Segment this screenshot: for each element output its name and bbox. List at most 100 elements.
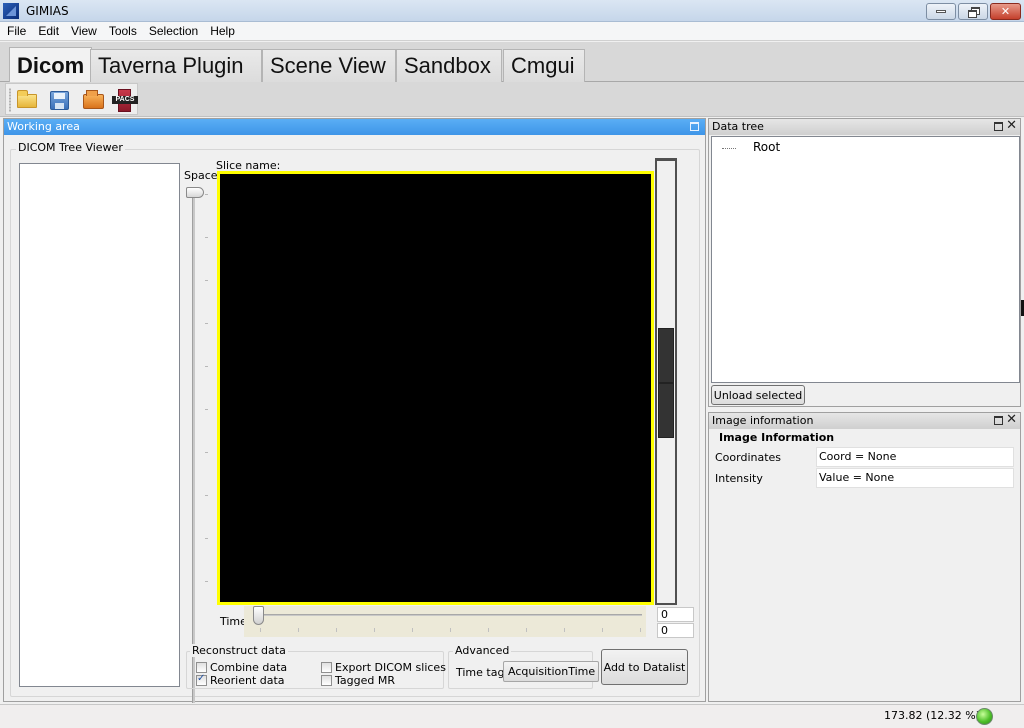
save-icon: [50, 91, 69, 110]
working-area-title: Working area: [7, 120, 80, 133]
menu-help[interactable]: Help: [205, 24, 240, 38]
unload-selected-button[interactable]: Unload selected: [711, 385, 805, 405]
window-level-thumb-lower[interactable]: [658, 383, 674, 438]
space-slider-tick: [205, 323, 208, 324]
combine-data-checkbox[interactable]: Combine data: [196, 661, 287, 674]
toolbar-grip-handle[interactable]: [9, 88, 11, 112]
time-slider-tick: [564, 628, 565, 632]
data-tree-view[interactable]: Root: [711, 136, 1020, 383]
working-area-header: Working area: [4, 119, 705, 135]
app-logo-icon: [3, 3, 19, 19]
menu-tools[interactable]: Tools: [104, 24, 142, 38]
time-max-field[interactable]: 0: [657, 623, 694, 638]
working-area-panel: Working area DICOM Tree Viewer Slice nam…: [3, 118, 706, 703]
time-slider-track[interactable]: [258, 614, 642, 616]
export-dicom-slices-box[interactable]: [321, 662, 332, 673]
time-slider-tick: [260, 628, 261, 632]
data-tree-header: Data tree ✕: [709, 118, 1020, 135]
open-folder-icon: [17, 90, 37, 108]
window-level-slider[interactable]: [655, 158, 677, 605]
float-icon[interactable]: [994, 122, 1003, 131]
space-slider-tick: [205, 409, 208, 410]
image-information-heading: Image Information: [719, 431, 835, 444]
time-tag-label: Time tag: [456, 666, 505, 679]
tagged-mr-box[interactable]: [321, 675, 332, 686]
reorient-data-checkbox[interactable]: Reorient data: [196, 673, 285, 687]
time-slider-tick: [450, 628, 451, 632]
time-slider-thumb[interactable]: [253, 606, 264, 625]
reconstruct-data-title: Reconstruct data: [190, 644, 288, 657]
dicom-tree-viewer-title: DICOM Tree Viewer: [16, 141, 125, 154]
image-information-header: Image information ✕: [709, 412, 1020, 429]
menu-view[interactable]: View: [66, 24, 102, 38]
dicom-tree-list[interactable]: [19, 163, 180, 687]
export-dicom-slices-checkbox[interactable]: Export DICOM slices: [321, 661, 446, 674]
title-bar: GIMIAS ✕: [0, 0, 1024, 22]
menu-selection[interactable]: Selection: [144, 24, 203, 38]
menu-edit[interactable]: Edit: [33, 24, 64, 38]
intensity-label: Intensity: [715, 472, 763, 485]
tree-node-root[interactable]: Root: [753, 140, 780, 154]
dicom-image-viewer[interactable]: [217, 171, 654, 605]
save-button[interactable]: [47, 88, 73, 112]
space-slider-track[interactable]: [192, 191, 195, 703]
space-slider-tick: [205, 452, 208, 453]
time-slider-tick: [336, 628, 337, 632]
time-tag-select[interactable]: AcquisitionTime: [503, 661, 599, 682]
close-icon: ✕: [1000, 5, 1011, 18]
window-level-thumb-upper[interactable]: [658, 328, 674, 383]
pacs-icon-label: PACS: [112, 96, 138, 104]
time-slider-tick: [488, 628, 489, 632]
time-slider-tick: [298, 628, 299, 632]
time-label: Time: [220, 615, 247, 628]
add-to-datalist-button[interactable]: Add to Datalist: [601, 649, 688, 685]
close-icon[interactable]: ✕: [1006, 118, 1017, 133]
space-slider-tick: [205, 581, 208, 582]
menu-bar: File Edit View Tools Selection Help: [0, 22, 1024, 41]
time-slider[interactable]: [244, 606, 646, 637]
memory-usage: 173.82 (12.32 %): [884, 709, 981, 722]
float-icon[interactable]: [690, 122, 699, 131]
pacs-button[interactable]: PACS: [112, 88, 138, 112]
space-slider-tick: [205, 366, 208, 367]
space-slider-tick: [205, 194, 208, 195]
combine-data-box[interactable]: [196, 662, 207, 673]
tagged-mr-label: Tagged MR: [335, 674, 395, 687]
tree-connector: [722, 148, 736, 149]
space-slider-thumb[interactable]: [186, 187, 204, 198]
combine-data-label: Combine data: [210, 661, 288, 674]
minimize-button[interactable]: [926, 3, 956, 20]
float-icon[interactable]: [994, 416, 1003, 425]
coordinates-label: Coordinates: [715, 451, 782, 464]
close-button[interactable]: ✕: [990, 3, 1021, 20]
close-icon[interactable]: ✕: [1006, 412, 1017, 427]
restore-button[interactable]: [958, 3, 988, 20]
toolbar: PACS: [0, 82, 1024, 117]
time-slider-tick: [412, 628, 413, 632]
reorient-data-box[interactable]: [196, 673, 207, 686]
tab-cmgui[interactable]: Cmgui: [503, 49, 585, 82]
toolbar-group: PACS: [5, 83, 138, 115]
image-information-panel: Image information ✕ Image Information Co…: [708, 412, 1021, 702]
space-slider-tick: [205, 538, 208, 539]
reorient-data-label: Reorient data: [210, 674, 285, 687]
space-slider-tick: [205, 280, 208, 281]
tab-dicom[interactable]: Dicom: [9, 47, 93, 83]
advanced-title: Advanced: [453, 644, 512, 657]
time-value-field[interactable]: 0: [657, 607, 694, 622]
menu-file[interactable]: File: [2, 24, 31, 38]
tab-sandbox[interactable]: Sandbox: [396, 49, 502, 82]
status-indicator-icon: [976, 708, 993, 725]
minimize-icon: [936, 10, 946, 13]
open-directory-button[interactable]: [81, 88, 107, 112]
tab-scene-view[interactable]: Scene View: [262, 49, 396, 82]
image-information-title: Image information: [712, 414, 814, 427]
tab-taverna-plugin[interactable]: Taverna Plugin: [90, 49, 262, 82]
tagged-mr-checkbox[interactable]: Tagged MR: [321, 674, 395, 687]
time-slider-tick: [526, 628, 527, 632]
space-slider-tick: [205, 495, 208, 496]
restore-icon: [967, 7, 980, 18]
time-slider-tick: [640, 628, 641, 632]
open-file-button[interactable]: [15, 88, 41, 112]
status-bar: 173.82 (12.32 %): [0, 704, 1024, 728]
